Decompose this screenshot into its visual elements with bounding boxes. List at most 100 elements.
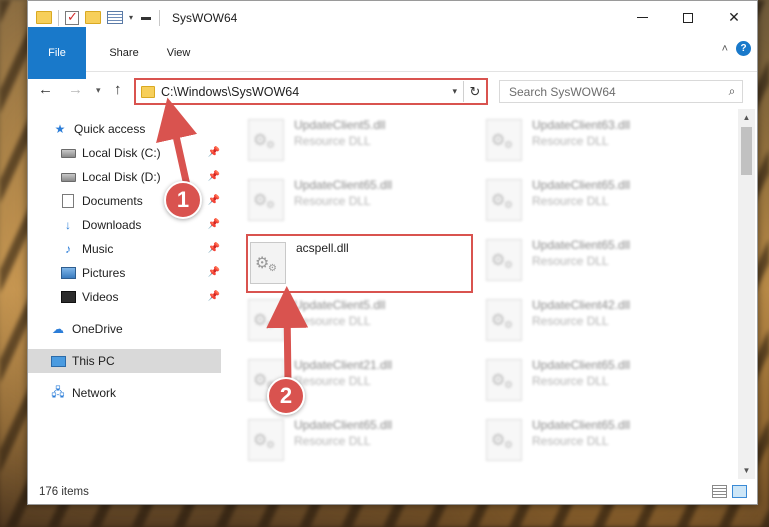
file-type: Resource DLL bbox=[294, 134, 371, 148]
file-item[interactable]: UpdateClient65.dll Resource DLL bbox=[248, 175, 468, 227]
file-item[interactable]: UpdateClient65.dll Resource DLL bbox=[486, 175, 706, 227]
maximize-icon bbox=[683, 12, 693, 23]
properties-icon[interactable] bbox=[107, 11, 123, 24]
item-count: 176 items bbox=[39, 486, 89, 498]
address-bar[interactable]: C:\Windows\SysWOW64 ▾ ↻ bbox=[134, 78, 488, 105]
search-icon[interactable]: ⌕ bbox=[722, 84, 742, 99]
pin-icon[interactable]: 📌 bbox=[208, 171, 220, 182]
file-name: UpdateClient65.dll bbox=[532, 418, 631, 432]
sidebar-item-network[interactable]: 🖧 Network bbox=[50, 381, 220, 405]
file-item[interactable]: UpdateClient65.dll Resource DLL bbox=[486, 355, 706, 407]
pin-icon[interactable]: 📌 bbox=[208, 219, 220, 230]
file-explorer-window: ▾ ▬ SysWOW64 ✕ File Home Share View ˄ ? … bbox=[27, 0, 758, 505]
details-view-icon[interactable] bbox=[712, 485, 727, 498]
address-path[interactable]: C:\Windows\SysWOW64 bbox=[161, 85, 452, 99]
file-item[interactable]: UpdateClient65.dll Resource DLL bbox=[248, 415, 468, 467]
file-type: Resource DLL bbox=[532, 134, 609, 148]
sidebar-item-label: Local Disk (C:) bbox=[82, 146, 161, 160]
file-item[interactable]: UpdateClient42.dll Resource DLL bbox=[486, 295, 706, 347]
close-button[interactable]: ✕ bbox=[711, 1, 757, 34]
file-name: UpdateClient65.dll bbox=[532, 358, 631, 372]
scroll-thumb[interactable] bbox=[741, 127, 752, 175]
ribbon-right-controls: ˄ ? bbox=[722, 41, 751, 56]
file-name: UpdateClient65.dll bbox=[294, 418, 393, 432]
file-name: UpdateClient65.dll bbox=[532, 238, 631, 252]
back-arrow-icon[interactable]: ← bbox=[38, 81, 53, 98]
download-icon: ↓ bbox=[65, 218, 71, 232]
file-name: UpdateClient5.dll bbox=[294, 298, 386, 312]
tab-view[interactable]: View bbox=[153, 41, 205, 65]
documents-icon bbox=[60, 193, 76, 209]
pin-icon[interactable]: 📌 bbox=[208, 243, 220, 254]
quick-access-toolbar: ▾ ▬ bbox=[28, 9, 151, 26]
tab-file[interactable]: File bbox=[28, 26, 86, 79]
sidebar-item-label: Downloads bbox=[82, 218, 142, 232]
file-item[interactable]: UpdateClient5.dll Resource DLL bbox=[248, 115, 468, 167]
sidebar-item-pictures[interactable]: Pictures 📌 bbox=[60, 261, 220, 285]
sidebar-item-videos[interactable]: Videos 📌 bbox=[60, 285, 220, 309]
file-type: Resource DLL bbox=[294, 374, 371, 388]
file-list: UpdateClient5.dll Resource DLL UpdateClie… bbox=[222, 113, 737, 473]
chevron-up-icon[interactable]: ˄ bbox=[722, 43, 728, 55]
dll-file-icon bbox=[248, 119, 284, 161]
vertical-scrollbar[interactable]: ▲ ▼ bbox=[738, 109, 755, 479]
sidebar-item-label: Documents bbox=[82, 194, 143, 208]
sidebar-item-local-disk-c[interactable]: Local Disk (C:) 📌 bbox=[60, 141, 220, 165]
up-arrow-icon[interactable]: ↑ bbox=[114, 81, 122, 98]
file-name: UpdateClient42.dll bbox=[532, 298, 631, 312]
search-box[interactable]: Search SysWOW64 ⌕ bbox=[499, 80, 743, 103]
recent-locations-icon[interactable]: ▾ bbox=[96, 85, 101, 96]
pin-icon[interactable]: 📌 bbox=[208, 147, 220, 158]
dll-file-icon bbox=[486, 119, 522, 161]
file-item[interactable]: UpdateClient5.dll Resource DLL bbox=[248, 295, 468, 347]
properties-check-icon[interactable] bbox=[65, 9, 79, 25]
sidebar-item-music[interactable]: ♪ Music 📌 bbox=[60, 237, 220, 261]
pin-icon[interactable]: 📌 bbox=[208, 195, 220, 206]
chevron-down-icon[interactable]: ▾ bbox=[452, 86, 457, 97]
sidebar-item-downloads[interactable]: ↓ Downloads 📌 bbox=[60, 213, 220, 237]
file-item-acspell[interactable]: acspell.dll bbox=[246, 234, 473, 293]
file-name: UpdateClient21.dll bbox=[294, 358, 393, 372]
file-item[interactable]: UpdateClient65.dll Resource DLL bbox=[486, 235, 706, 287]
file-type: Resource DLL bbox=[532, 314, 609, 328]
sidebar-item-quick-access[interactable]: ★ Quick access bbox=[52, 117, 222, 141]
sidebar-item-this-pc[interactable]: This PC bbox=[28, 349, 221, 373]
refresh-icon[interactable]: ↻ bbox=[464, 84, 486, 100]
pin-icon[interactable]: 📌 bbox=[208, 267, 220, 278]
sidebar-item-label: OneDrive bbox=[72, 322, 123, 336]
pin-icon[interactable]: 📌 bbox=[208, 291, 220, 302]
dll-file-icon bbox=[486, 419, 522, 461]
cloud-icon: ☁ bbox=[52, 322, 64, 336]
tab-share[interactable]: Share bbox=[95, 41, 152, 65]
sidebar-item-onedrive[interactable]: ☁ OneDrive bbox=[50, 317, 220, 341]
dll-file-icon bbox=[486, 179, 522, 221]
annotation-badge-2: 2 bbox=[267, 377, 305, 415]
help-icon[interactable]: ? bbox=[736, 41, 751, 56]
file-type: Resource DLL bbox=[532, 374, 609, 388]
drive-icon bbox=[60, 169, 76, 185]
new-folder-icon[interactable] bbox=[85, 11, 101, 24]
scroll-up-icon[interactable]: ▲ bbox=[738, 109, 755, 126]
dll-file-icon bbox=[486, 239, 522, 281]
customize-toolbar-icon[interactable]: ▬ bbox=[141, 12, 151, 23]
file-type: Resource DLL bbox=[532, 434, 609, 448]
window-title: SysWOW64 bbox=[172, 10, 238, 25]
minimize-button[interactable] bbox=[619, 1, 665, 34]
dll-file-icon bbox=[248, 419, 284, 461]
file-type: Resource DLL bbox=[532, 194, 609, 208]
file-item[interactable]: UpdateClient63.dll Resource DLL bbox=[486, 115, 706, 167]
maximize-button[interactable] bbox=[665, 1, 711, 34]
file-item[interactable]: UpdateClient65.dll Resource DLL bbox=[486, 415, 706, 467]
dll-file-icon bbox=[248, 179, 284, 221]
sidebar-item-label: Quick access bbox=[74, 122, 146, 136]
window-controls: ✕ bbox=[619, 1, 757, 34]
scroll-down-icon[interactable]: ▼ bbox=[738, 462, 755, 479]
chevron-down-icon[interactable]: ▾ bbox=[129, 13, 133, 22]
file-type: Resource DLL bbox=[294, 434, 371, 448]
toolbar-divider bbox=[58, 9, 59, 26]
dll-file-icon bbox=[486, 299, 522, 341]
dll-file-icon bbox=[486, 359, 522, 401]
forward-arrow-icon[interactable]: → bbox=[68, 81, 83, 98]
search-input[interactable]: Search SysWOW64 bbox=[509, 85, 722, 99]
large-icons-view-icon[interactable] bbox=[732, 485, 747, 498]
